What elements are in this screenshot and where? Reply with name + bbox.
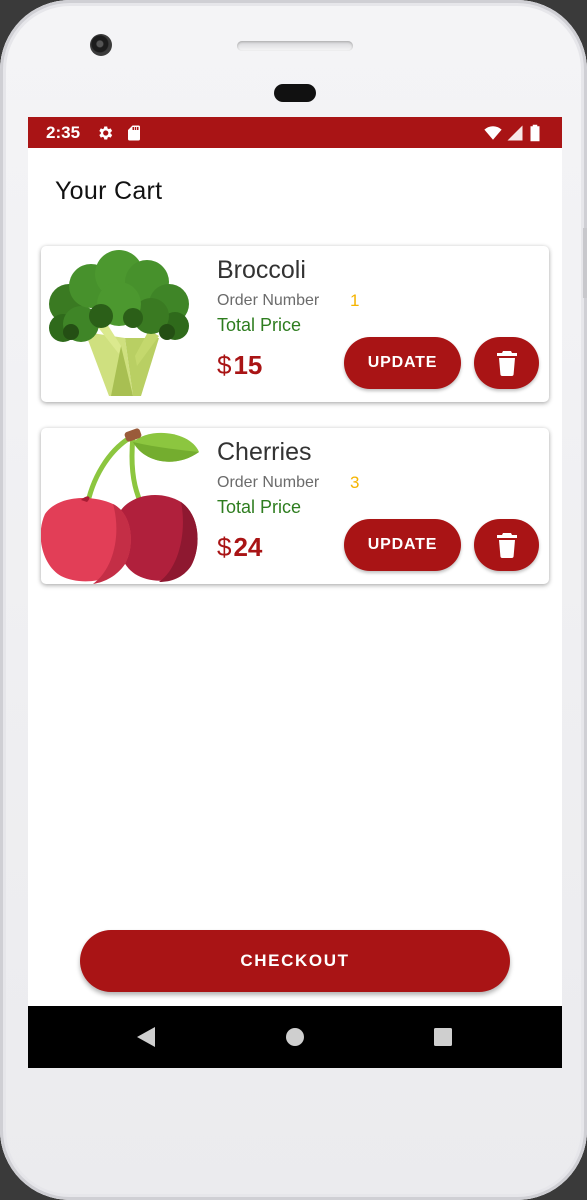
status-time: 2:35 <box>46 123 81 142</box>
status-bar: 2:35 <box>28 117 562 148</box>
system-nav-bar <box>28 1006 562 1068</box>
price-currency: $ <box>217 532 232 562</box>
proximity-sensor <box>274 84 316 102</box>
front-camera <box>90 34 112 56</box>
price-currency: $ <box>217 350 232 380</box>
phone-frame: 2:35 Your Cart Broccoli Order Number 1 T… <box>0 0 587 1200</box>
back-icon[interactable] <box>133 1024 159 1050</box>
trash-icon <box>496 351 517 376</box>
order-number-label: Order Number <box>217 292 320 309</box>
order-number-value: 3 <box>350 473 360 492</box>
cherries-image <box>41 428 199 584</box>
price-value: 24 <box>233 532 263 562</box>
item-price: $15 <box>217 350 262 381</box>
update-button[interactable]: UPDATE <box>344 519 461 571</box>
cart-item-card: Broccoli Order Number 1 Total Price $15 … <box>41 246 549 402</box>
delete-button[interactable] <box>474 519 539 571</box>
trash-icon <box>496 533 517 558</box>
order-number-value: 1 <box>350 291 360 310</box>
update-button[interactable]: UPDATE <box>344 337 461 389</box>
cart-item-card: Cherries Order Number 3 Total Price $24 … <box>41 428 549 584</box>
item-name: Cherries <box>217 438 312 466</box>
item-price: $24 <box>217 532 262 563</box>
page-title: Your Cart <box>55 177 163 205</box>
item-name: Broccoli <box>217 256 306 284</box>
delete-button[interactable] <box>474 337 539 389</box>
total-price-label: Total Price <box>217 315 302 335</box>
sd-card-icon <box>128 125 140 141</box>
home-icon[interactable] <box>282 1024 308 1050</box>
order-number-label: Order Number <box>217 474 320 491</box>
wifi-icon <box>484 126 502 140</box>
volume-button <box>583 228 587 298</box>
checkout-button[interactable]: CHECKOUT <box>80 930 510 992</box>
earpiece-speaker <box>237 41 353 51</box>
app-screen: 2:35 Your Cart Broccoli Order Number 1 T… <box>28 117 562 1068</box>
recents-icon[interactable] <box>430 1024 456 1050</box>
total-price-label: Total Price <box>217 497 302 517</box>
signal-icon <box>507 125 523 141</box>
settings-gear-icon <box>99 126 113 140</box>
price-value: 15 <box>233 350 263 380</box>
battery-icon <box>530 124 540 142</box>
broccoli-image <box>49 250 189 396</box>
